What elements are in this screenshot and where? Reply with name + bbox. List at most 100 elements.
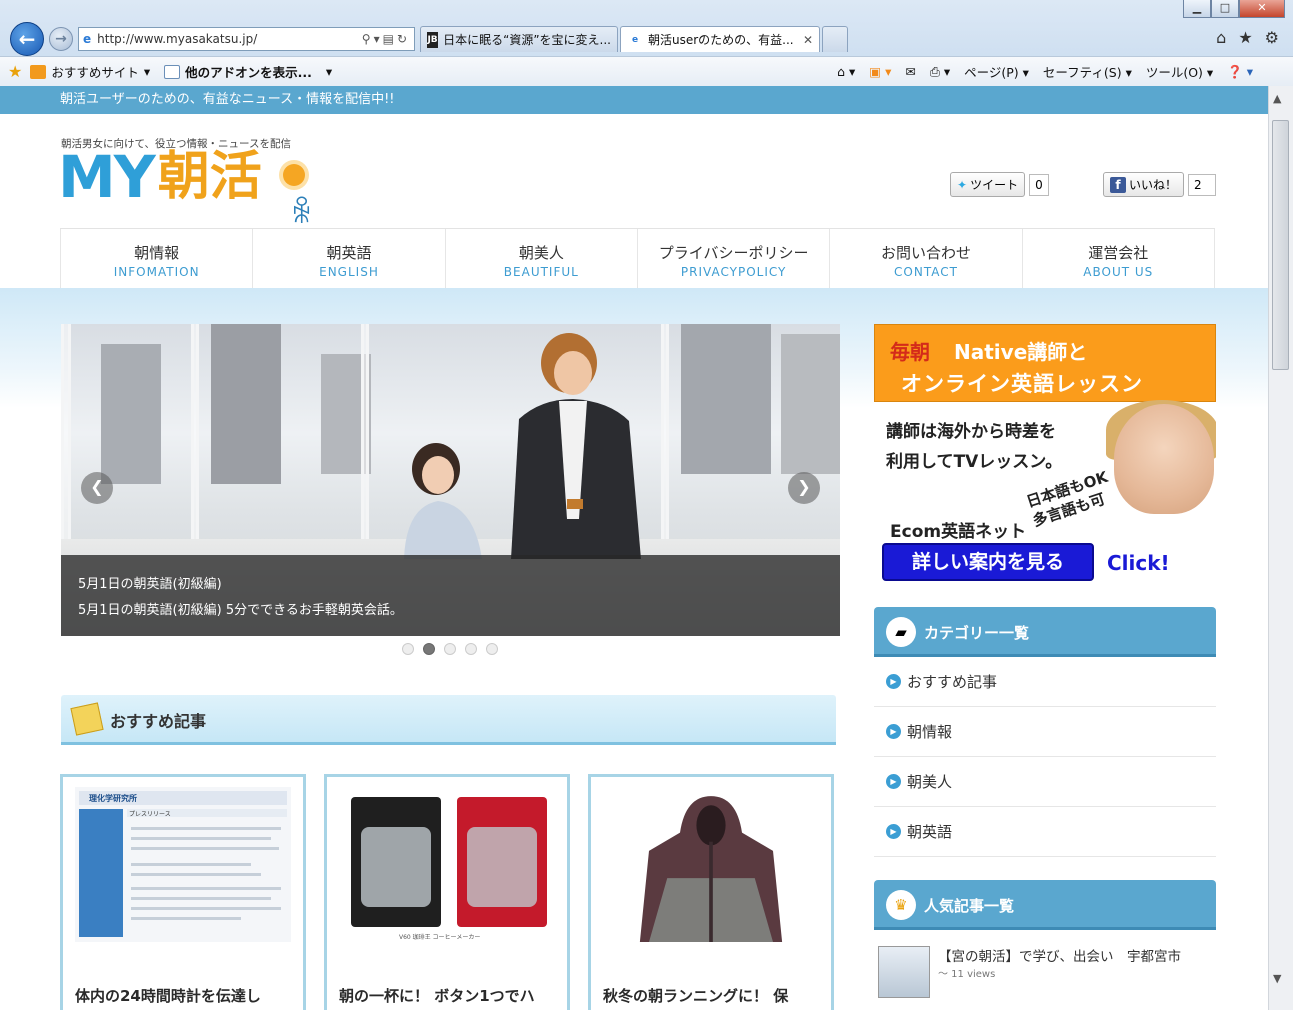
ad-line1: 毎朝 Native講師と	[890, 336, 1087, 365]
favorites-star-icon[interactable]: ★	[8, 62, 22, 81]
slider-photo-window-frame	[661, 324, 669, 554]
popular-views: ～ 11 views	[938, 969, 996, 980]
category-item[interactable]: ▶ おすすめ記事	[874, 657, 1216, 707]
safety-menu[interactable]: セーフティ(S) ▾	[1043, 62, 1132, 81]
tweet-button[interactable]: ✦ ツイート	[950, 172, 1026, 197]
ad-body: 講師は海外から時差を 利用してTVレッスン。	[886, 417, 1062, 477]
minimize-button[interactable]: ▁	[1183, 0, 1211, 18]
like-count: 2	[1188, 173, 1217, 196]
back-button[interactable]: ←	[10, 22, 44, 56]
site-header: 朝活男女に向けて、役立つ情報・ニュースを配信 MY 朝活 ꆜ ✦ ツイート 0 …	[0, 114, 1268, 231]
tools-menu[interactable]: ツール(O) ▾	[1146, 62, 1213, 81]
help-icon[interactable]: ❓ ▾	[1227, 64, 1253, 80]
like-button[interactable]: f いいね！	[1103, 172, 1185, 197]
nav-item-infomation[interactable]: 朝情報 INFOMATION	[60, 229, 252, 288]
nav-label-en: INFOMATION	[113, 265, 200, 279]
nav-label-jp: 運営会社	[1088, 244, 1149, 262]
folder-icon: ▰	[886, 617, 916, 647]
ad-line2: オンライン英語レッスン	[901, 372, 1143, 396]
nav-item-english[interactable]: 朝英語 ENGLISH	[252, 229, 444, 288]
scroll-down-icon[interactable]: ▼	[1273, 972, 1281, 985]
category-widget-header: ▰ カテゴリー一覧	[874, 607, 1216, 657]
section-title: おすすめ記事	[110, 712, 207, 731]
english-lesson-ad[interactable]: 毎朝 Native講師と オンライン英語レッスン 講師は海外から時差を 利用してT…	[874, 324, 1216, 583]
vertical-scrollbar[interactable]: ▲ ▼	[1268, 86, 1293, 1010]
slider-dot[interactable]	[444, 643, 456, 655]
featured-slider[interactable]: ❮ ❯ 5月1日の朝英語(初級編) 5月1日の朝英語(初級編) 5分でできるお手…	[61, 324, 840, 636]
slider-dot[interactable]	[402, 643, 414, 655]
article-card[interactable]: 秋冬の朝ランニングに！ 保	[588, 774, 834, 1010]
slider-photo-window-frame	[191, 324, 199, 554]
category-item[interactable]: ▶ 朝情報	[874, 707, 1216, 757]
tweet-count: 0	[1029, 173, 1049, 196]
new-tab-button[interactable]	[822, 26, 848, 52]
nav-item-about-us[interactable]: 運営会社 ABOUT US	[1021, 229, 1215, 288]
tab-jbpress[interactable]: JB 日本に眠る“資源”を宝に変え...	[420, 26, 618, 52]
scrollbar-thumb[interactable]	[1272, 120, 1289, 370]
address-bar[interactable]: e http://www.myasakatsu.jp/ ⚲▾▤↻	[78, 27, 415, 51]
rss-feed-icon[interactable]: ▣ ▾	[869, 64, 891, 79]
forward-button[interactable]: →	[49, 27, 73, 51]
article-title: 朝の一杯に！ ボタン1つでハ	[339, 987, 535, 1005]
nav-label-jp: プライバシーポリシー	[658, 244, 809, 262]
home-icon[interactable]: ⌂ ▾	[837, 64, 855, 79]
search-icon[interactable]: ⚲	[362, 32, 374, 46]
article-card[interactable]: V60 珈琲王 コーヒーメーカー 朝の一杯に！ ボタン1つでハ	[324, 774, 570, 1010]
facebook-icon: f	[1110, 176, 1126, 193]
chevron-left-icon: ❮	[90, 477, 104, 496]
slider-dot[interactable]	[465, 643, 477, 655]
compat-view-icon[interactable]: ▤	[383, 32, 397, 46]
nav-item-privacypolicy[interactable]: プライバシーポリシー PRIVACYPOLICY	[636, 229, 829, 288]
page-menu[interactable]: ページ(P) ▾	[964, 62, 1029, 81]
nav-label-en: ENGLISH	[319, 265, 379, 279]
site-topbar: 朝活ユーザーのための、有益なニュース・情報を配信中!!	[0, 86, 1268, 114]
slider-next-button[interactable]: ❯	[788, 472, 820, 504]
chevron-down-icon: ▾	[325, 64, 333, 79]
category-label: おすすめ記事	[907, 673, 998, 691]
riken-press-release: プレスリリース	[129, 811, 171, 818]
favorites-addons[interactable]: 他のアドオンを表示... ▾	[164, 62, 332, 81]
favorites-star-icon[interactable]: ★	[1238, 28, 1252, 47]
slider-dot-active[interactable]	[423, 643, 435, 655]
category-item[interactable]: ▶ 朝英語	[874, 807, 1216, 857]
section-recommended-header: おすすめ記事	[61, 695, 836, 745]
popular-title: 【宮の朝活】で学び、出会い 宇都宮市	[938, 949, 1181, 965]
home-icon[interactable]: ⌂	[1216, 28, 1226, 47]
arrow-right-icon: →	[55, 31, 67, 47]
address-buttons: ⚲▾▤↻	[362, 32, 410, 46]
close-tab-icon[interactable]: ✕	[795, 33, 813, 47]
maximize-button[interactable]: □	[1211, 0, 1239, 18]
category-item[interactable]: ▶ 朝美人	[874, 757, 1216, 807]
site-logo[interactable]: MY 朝活	[58, 148, 262, 206]
close-window-button[interactable]: ✕	[1239, 0, 1285, 18]
nav-label-en: ABOUT US	[1083, 265, 1154, 279]
slider-caption[interactable]: 5月1日の朝英語(初級編) 5月1日の朝英語(初級編) 5分でできるお手軽朝英会…	[61, 555, 840, 636]
nav-item-contact[interactable]: お問い合わせ CONTACT	[829, 229, 1021, 288]
nav-label-en: PRIVACYPOLICY	[680, 265, 787, 279]
article-card[interactable]: 理化学研究所 プレスリリース 体内の24時間時計を伝達し	[60, 774, 306, 1010]
mail-icon[interactable]: ✉	[905, 64, 915, 79]
ad-details-button[interactable]: 詳しい案内を見る	[882, 543, 1094, 581]
category-label: 朝情報	[907, 723, 953, 741]
category-list: ▶ おすすめ記事 ▶ 朝情報 ▶ 朝美人 ▶ 朝英語	[874, 657, 1216, 857]
refresh-icon[interactable]: ↻	[397, 32, 410, 46]
dropdown-icon[interactable]: ▾	[374, 32, 383, 46]
ad-body-line: 講師は海外から時差を	[886, 422, 1056, 442]
ad-model-photo	[1114, 404, 1214, 514]
slider-prev-button[interactable]: ❮	[81, 472, 113, 504]
bullet-arrow-icon: ▶	[886, 774, 901, 789]
favorites-recommended-sites[interactable]: おすすめサイト ▾	[30, 62, 150, 81]
slider-dot[interactable]	[486, 643, 498, 655]
print-icon[interactable]: ⎙ ▾	[930, 64, 950, 80]
widget-title: カテゴリー一覧	[924, 624, 1030, 642]
sun-icon	[283, 164, 305, 186]
browser-chrome: ▁ □ ✕ ← → e http://www.myasakatsu.jp/ ⚲▾…	[0, 0, 1293, 86]
ie-favicon-icon: e	[631, 34, 639, 45]
slider-photo-woman	[404, 443, 482, 559]
gear-icon[interactable]: ⚙	[1265, 28, 1279, 47]
nav-label-jp: 朝美人	[518, 244, 564, 262]
scroll-up-icon[interactable]: ▲	[1273, 92, 1281, 105]
slider-photo-building	[681, 324, 771, 474]
nav-item-beautiful[interactable]: 朝美人 BEAUTIFUL	[444, 229, 637, 288]
tab-myasakatsu[interactable]: e 朝活userのための、有益... ✕	[620, 26, 820, 52]
